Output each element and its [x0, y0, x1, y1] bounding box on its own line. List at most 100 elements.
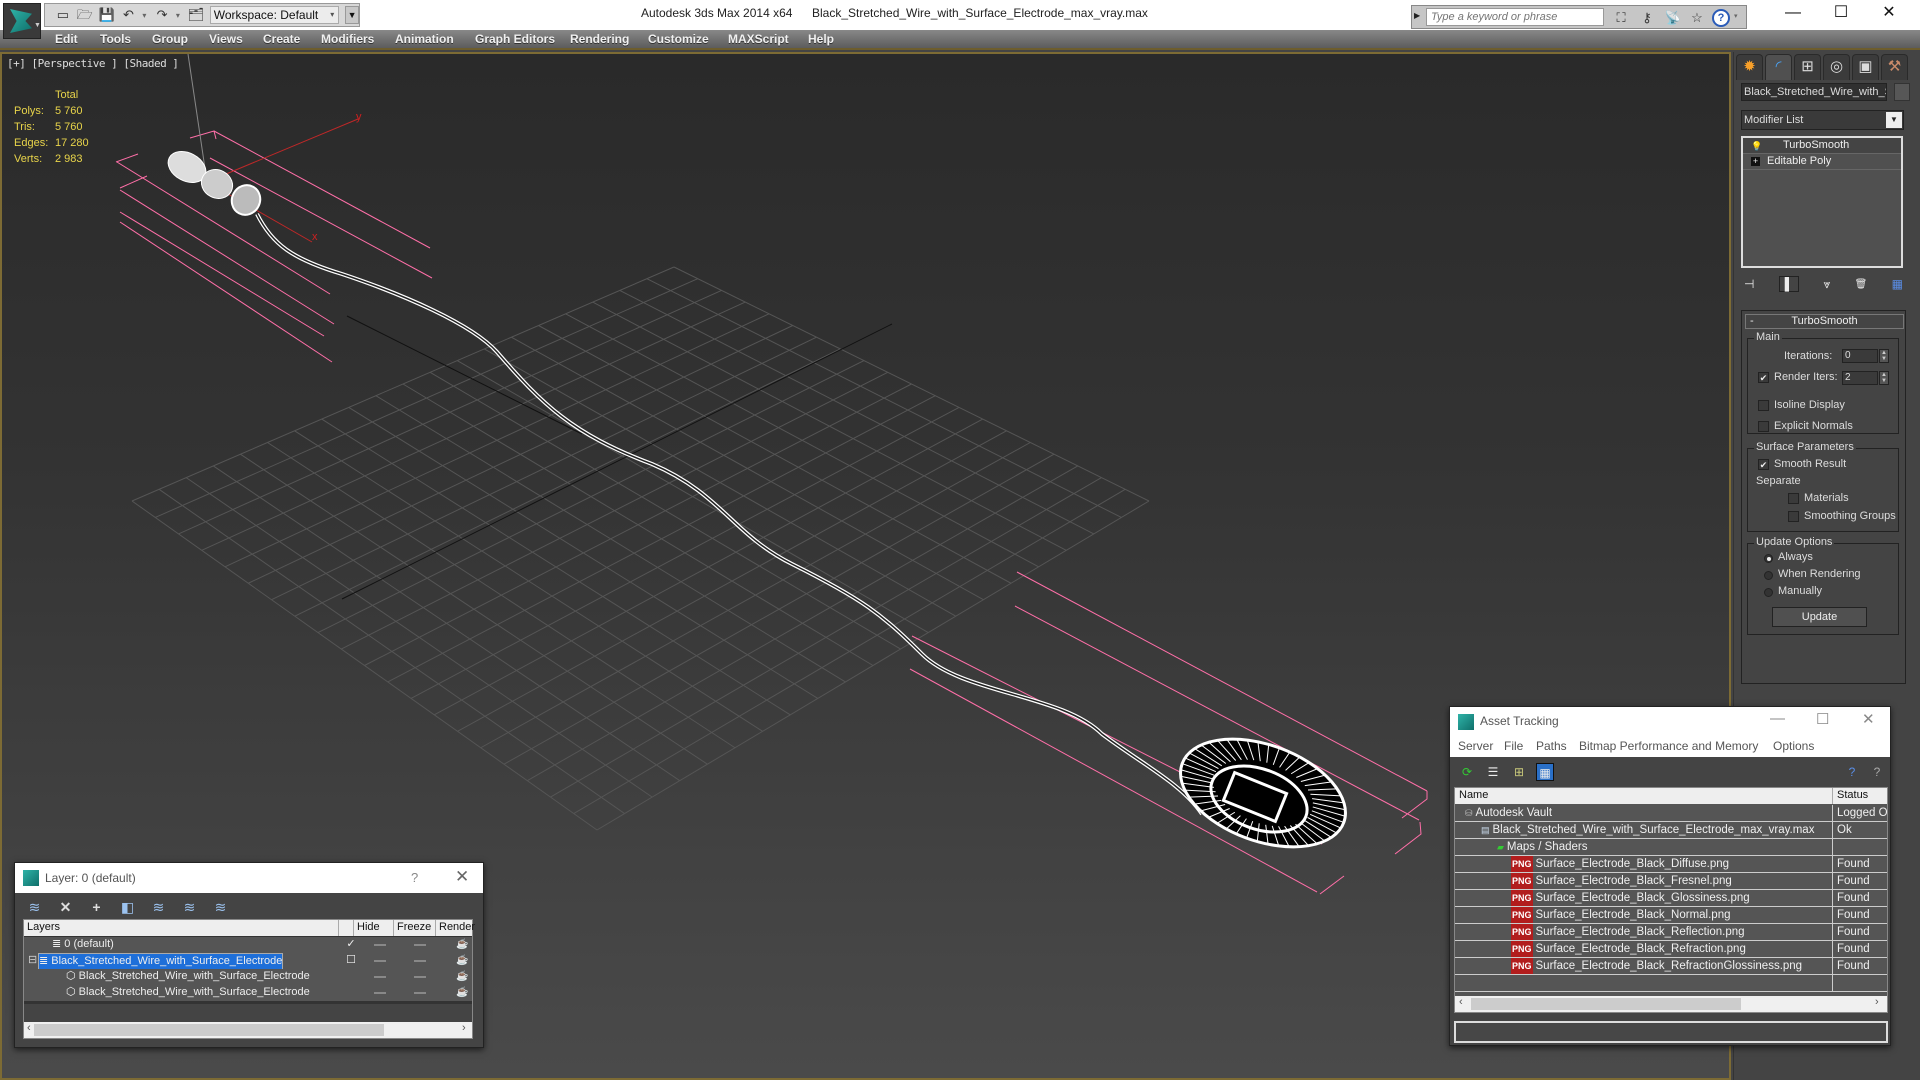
freeze-toggle[interactable]: [414, 976, 426, 978]
table-view-icon[interactable]: ▦: [1536, 763, 1554, 781]
horizontal-scrollbar[interactable]: ‹ ›: [24, 1022, 472, 1038]
remove-modifier-icon[interactable]: 🗑: [1855, 279, 1868, 290]
menu-group[interactable]: Group: [152, 32, 188, 46]
layer-row[interactable]: ≣ 0 (default) ✓ ☕: [24, 937, 472, 953]
asset-row[interactable]: PNG Surface_Electrode_Black_Reflection.pn…: [1455, 924, 1887, 941]
new-file-icon[interactable]: ▭: [55, 7, 71, 23]
asset-row[interactable]: PNG Surface_Electrode_Black_Glossiness.pn…: [1455, 890, 1887, 907]
satellite-icon[interactable]: 📡: [1664, 9, 1682, 27]
select-objects-icon[interactable]: ◧: [118, 899, 137, 916]
select-layer-icon[interactable]: ≋: [149, 899, 168, 916]
current-layer-toggle[interactable]: ☐: [344, 953, 358, 968]
isoline-display-checkbox[interactable]: [1758, 400, 1769, 411]
redo-icon[interactable]: ↷: [154, 7, 170, 23]
close-button[interactable]: ✕: [1866, 0, 1912, 28]
display-tab-icon[interactable]: ▣: [1852, 54, 1879, 80]
freeze-toggle[interactable]: [414, 992, 426, 994]
open-file-icon[interactable]: 🗁: [77, 7, 93, 23]
customize-toolbar-button[interactable]: ▼: [345, 6, 359, 24]
materials-checkbox[interactable]: [1788, 493, 1799, 504]
menu-server[interactable]: Server: [1458, 739, 1493, 753]
delete-layer-icon[interactable]: ✕: [56, 899, 75, 916]
menu-edit[interactable]: Edit: [55, 32, 78, 46]
minimize-button[interactable]: —: [1770, 0, 1816, 28]
asset-row[interactable]: PNG Surface_Electrode_Black_Refraction.pn…: [1455, 941, 1887, 958]
menu-rendering[interactable]: Rendering: [570, 32, 629, 46]
freeze-toggle[interactable]: [414, 944, 426, 946]
menu-modifiers[interactable]: Modifiers: [321, 32, 374, 46]
column-header-render[interactable]: Render: [436, 920, 475, 936]
hide-toggle[interactable]: [374, 960, 386, 962]
tree-view-icon[interactable]: ⊞: [1510, 763, 1528, 781]
layer-name[interactable]: ⬡ Black_Stretched_Wire_with_Surface_Elec…: [66, 969, 310, 984]
asset-row[interactable]: ▤ Black_Stretched_Wire_with_Surface_Elect…: [1455, 822, 1887, 839]
layer-name[interactable]: ≣ 0 (default): [52, 937, 114, 952]
create-tab-icon[interactable]: ✹: [1736, 54, 1763, 80]
horizontal-scrollbar[interactable]: ‹ ›: [1455, 996, 1887, 1012]
redo-dropdown-icon[interactable]: ▾: [176, 11, 182, 20]
object-name-field[interactable]: Black_Stretched_Wire_with_Surface_Electr…: [1741, 83, 1887, 101]
asset-row[interactable]: PNG Surface_Electrode_Black_Diffuse.png Fo…: [1455, 856, 1887, 873]
asset-row[interactable]: PNG Surface_Electrode_Black_Normal.png Fou…: [1455, 907, 1887, 924]
menu-paths[interactable]: Paths: [1536, 739, 1567, 753]
create-layer-icon[interactable]: ≋: [25, 899, 44, 916]
scroll-left-icon[interactable]: ‹: [1459, 996, 1463, 1008]
star-icon[interactable]: ☆: [1688, 9, 1706, 27]
column-header-hide[interactable]: Hide: [354, 920, 394, 936]
maximize-button[interactable]: ☐: [1816, 710, 1829, 728]
menu-views[interactable]: Views: [209, 32, 243, 46]
render-iters-spinner-arrows[interactable]: ▲ ▼: [1879, 371, 1889, 385]
menu-file[interactable]: File: [1504, 739, 1523, 753]
scrollbar-thumb[interactable]: [34, 1024, 384, 1036]
menu-animation[interactable]: Animation: [395, 32, 454, 46]
render-iters-checkbox[interactable]: ✔: [1758, 372, 1769, 383]
scrollbar-thumb[interactable]: [1471, 998, 1741, 1010]
layer-name[interactable]: ≣ Black_Stretched_Wire_with_Surface_Elec…: [38, 953, 284, 970]
lightbulb-icon[interactable]: 💡: [1751, 139, 1762, 154]
collapse-icon[interactable]: ⊟: [28, 953, 37, 968]
help-icon[interactable]: ?: [1868, 763, 1886, 781]
help-icon[interactable]: ?: [1712, 9, 1730, 27]
menu-bitmap-performance[interactable]: Bitmap Performance and Memory: [1579, 739, 1758, 753]
stack-item-turbosmooth[interactable]: 💡 TurboSmooth: [1743, 138, 1901, 154]
help-button[interactable]: ?: [411, 870, 418, 885]
asset-path-field[interactable]: [1454, 1021, 1888, 1043]
smoothing-groups-checkbox[interactable]: [1788, 511, 1799, 522]
layer-row[interactable]: ⬡ Black_Stretched_Wire_with_Surface_Elec…: [24, 985, 472, 1001]
render-teapot-icon[interactable]: ☕: [456, 953, 468, 968]
binoculars-icon[interactable]: ⛶: [1612, 9, 1630, 27]
modify-tab-icon[interactable]: ◜: [1765, 54, 1792, 80]
save-icon[interactable]: 💾: [99, 7, 115, 23]
hide-toggle[interactable]: [374, 944, 386, 946]
project-folder-icon[interactable]: 🗂: [188, 7, 205, 23]
minimize-button[interactable]: —: [1770, 710, 1785, 727]
refresh-icon[interactable]: ⟳: [1458, 763, 1476, 781]
expand-icon[interactable]: ▶: [1414, 11, 1420, 20]
explicit-normals-checkbox[interactable]: [1758, 421, 1769, 432]
make-unique-icon[interactable]: ⩔: [1824, 277, 1831, 292]
menu-create[interactable]: Create: [263, 32, 300, 46]
viewport-label[interactable]: [+] [Perspective ] [Shaded ]: [7, 57, 179, 70]
list-view-icon[interactable]: ☰: [1484, 763, 1502, 781]
layer-row[interactable]: ⬡ Black_Stretched_Wire_with_Surface_Elec…: [24, 969, 472, 985]
column-header-freeze[interactable]: Freeze: [394, 920, 436, 936]
scroll-right-icon[interactable]: ›: [1875, 996, 1879, 1008]
column-header-status[interactable]: Status: [1832, 788, 1868, 804]
asset-row[interactable]: ▰ Maps / Shaders: [1455, 839, 1887, 856]
layer-row[interactable]: ⊟ ≣ Black_Stretched_Wire_with_Surface_Ele…: [24, 953, 472, 970]
set-current-layer-icon[interactable]: ≋: [180, 899, 199, 916]
show-end-result-icon[interactable]: ▌: [1778, 276, 1800, 292]
chevron-down-icon[interactable]: ▾: [1734, 12, 1738, 20]
object-color-swatch[interactable]: [1894, 83, 1910, 101]
workspace-dropdown[interactable]: Workspace: Default ▾: [209, 6, 340, 24]
search-input[interactable]: [1426, 8, 1604, 26]
menu-tools[interactable]: Tools: [100, 32, 131, 46]
modifier-list-dropdown[interactable]: Modifier List ▼: [1741, 110, 1904, 130]
freeze-toggle[interactable]: [414, 960, 426, 962]
motion-tab-icon[interactable]: ◎: [1823, 54, 1850, 80]
hide-toggle[interactable]: [374, 976, 386, 978]
key-icon[interactable]: ⚷: [1638, 9, 1656, 27]
render-teapot-icon[interactable]: ☕: [456, 937, 468, 952]
asset-row[interactable]: PNG Surface_Electrode_Black_RefractionGlo…: [1455, 958, 1887, 975]
close-button[interactable]: ✕: [455, 867, 469, 887]
